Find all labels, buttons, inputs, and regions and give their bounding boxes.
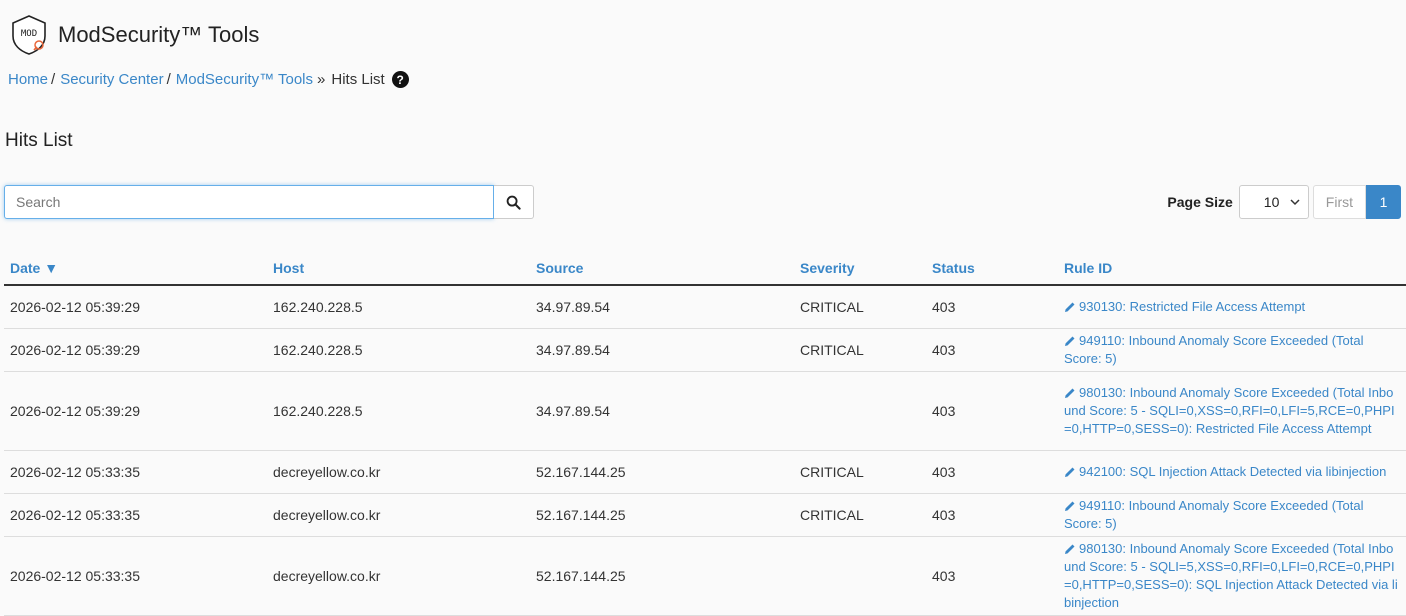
rule-text: 930130: Restricted File Access Attempt bbox=[1079, 298, 1306, 314]
cell-host: decreyellow.co.kr bbox=[267, 536, 530, 616]
pencil-icon bbox=[1065, 302, 1075, 312]
cell-status: 403 bbox=[926, 536, 1058, 616]
rule-text: 980130: Inbound Anomaly Score Exceeded (… bbox=[1064, 540, 1398, 610]
column-date[interactable]: Date ▼ bbox=[4, 250, 267, 286]
cell-severity bbox=[794, 536, 926, 616]
column-source[interactable]: Source bbox=[530, 250, 794, 286]
cell-source: 34.97.89.54 bbox=[530, 371, 794, 451]
cell-host: decreyellow.co.kr bbox=[267, 450, 530, 494]
app-title: ModSecurity™ Tools bbox=[58, 22, 260, 47]
breadcrumb: Home / Security Center / ModSecurity™ To… bbox=[8, 71, 409, 88]
rule-link[interactable]: 930130: Restricted File Access Attempt bbox=[1064, 298, 1400, 316]
cell-host: 162.240.228.5 bbox=[267, 371, 530, 451]
breadcrumb-separator: / bbox=[166, 71, 171, 88]
table-row: 2026-02-12 05:33:35 decreyellow.co.kr 52… bbox=[4, 536, 1406, 616]
cell-severity: CRITICAL bbox=[794, 450, 926, 494]
breadcrumb-home[interactable]: Home bbox=[8, 71, 48, 88]
pagination-controls: Page Size 10 First 1 bbox=[1167, 185, 1401, 219]
page-size-value: 10 bbox=[1263, 194, 1280, 210]
cell-status: 403 bbox=[926, 328, 1058, 372]
table-row: 2026-02-12 05:33:35 decreyellow.co.kr 52… bbox=[4, 450, 1406, 494]
search-input[interactable] bbox=[4, 185, 494, 219]
cell-source: 52.167.144.25 bbox=[530, 536, 794, 616]
rule-link[interactable]: 980130: Inbound Anomaly Score Exceeded (… bbox=[1064, 540, 1400, 612]
question-circle-icon[interactable]: ? bbox=[391, 71, 409, 88]
cell-host: 162.240.228.5 bbox=[267, 328, 530, 372]
cell-status: 403 bbox=[926, 493, 1058, 537]
magnifier-icon bbox=[506, 195, 521, 210]
cell-date: 2026-02-12 05:33:35 bbox=[4, 450, 267, 494]
cell-rule: 942100: SQL Injection Attack Detected vi… bbox=[1058, 450, 1406, 494]
table-row: 2026-02-12 05:39:29 162.240.228.5 34.97.… bbox=[4, 285, 1406, 329]
cell-severity bbox=[794, 371, 926, 451]
rule-text: 942100: SQL Injection Attack Detected vi… bbox=[1079, 463, 1387, 479]
page-size-label: Page Size bbox=[1167, 194, 1233, 210]
pager-first-button[interactable]: First bbox=[1312, 185, 1366, 219]
pencil-icon bbox=[1065, 467, 1075, 477]
cell-source: 52.167.144.25 bbox=[530, 450, 794, 494]
cell-date: 2026-02-12 05:39:29 bbox=[4, 328, 267, 372]
page-title: Hits List bbox=[5, 130, 73, 151]
rule-link[interactable]: 980130: Inbound Anomaly Score Exceeded (… bbox=[1064, 384, 1400, 438]
cell-rule: 949110: Inbound Anomaly Score Exceeded (… bbox=[1058, 328, 1406, 372]
breadcrumb-separator-final: » bbox=[317, 71, 326, 88]
table-row: 2026-02-12 05:33:35 decreyellow.co.kr 52… bbox=[4, 493, 1406, 537]
cell-date: 2026-02-12 05:39:29 bbox=[4, 285, 267, 329]
cell-status: 403 bbox=[926, 371, 1058, 451]
modsecurity-shield-icon: MOD bbox=[12, 15, 46, 55]
cell-status: 403 bbox=[926, 285, 1058, 329]
cell-rule: 930130: Restricted File Access Attempt bbox=[1058, 285, 1406, 329]
rule-text: 949110: Inbound Anomaly Score Exceeded (… bbox=[1064, 497, 1364, 531]
column-host[interactable]: Host bbox=[267, 250, 530, 286]
page-size-select[interactable]: 10 bbox=[1238, 185, 1309, 219]
column-rule-id[interactable]: Rule ID bbox=[1058, 250, 1406, 286]
cell-source: 34.97.89.54 bbox=[530, 328, 794, 372]
table-row: 2026-02-12 05:39:29 162.240.228.5 34.97.… bbox=[4, 328, 1406, 372]
chevron-down-icon bbox=[1290, 199, 1300, 206]
cell-severity: CRITICAL bbox=[794, 285, 926, 329]
breadcrumb-modsecurity-tools[interactable]: ModSecurity™ Tools bbox=[176, 71, 313, 88]
cell-date: 2026-02-12 05:33:35 bbox=[4, 536, 267, 616]
breadcrumb-separator: / bbox=[51, 71, 56, 88]
breadcrumb-security-center[interactable]: Security Center bbox=[60, 71, 163, 88]
rule-link[interactable]: 942100: SQL Injection Attack Detected vi… bbox=[1064, 463, 1400, 481]
cell-date: 2026-02-12 05:39:29 bbox=[4, 371, 267, 451]
cell-rule: 980130: Inbound Anomaly Score Exceeded (… bbox=[1058, 536, 1406, 616]
search-bar bbox=[4, 185, 534, 219]
rule-link[interactable]: 949110: Inbound Anomaly Score Exceeded (… bbox=[1064, 497, 1400, 533]
cell-severity: CRITICAL bbox=[794, 328, 926, 372]
rule-text: 949110: Inbound Anomaly Score Exceeded (… bbox=[1064, 332, 1364, 366]
table-row: 2026-02-12 05:39:29 162.240.228.5 34.97.… bbox=[4, 371, 1406, 451]
cell-severity: CRITICAL bbox=[794, 493, 926, 537]
pencil-icon bbox=[1065, 544, 1075, 554]
pencil-icon bbox=[1065, 388, 1075, 398]
page-header: MOD ModSecurity™ Tools bbox=[10, 14, 259, 56]
cell-source: 34.97.89.54 bbox=[530, 285, 794, 329]
search-button[interactable] bbox=[494, 185, 534, 219]
cell-status: 403 bbox=[926, 450, 1058, 494]
rule-text: 980130: Inbound Anomaly Score Exceeded (… bbox=[1064, 384, 1395, 436]
pencil-icon bbox=[1065, 501, 1075, 511]
hits-table: Date ▼ Host Source Severity Status Rule … bbox=[4, 250, 1406, 616]
table-header-row: Date ▼ Host Source Severity Status Rule … bbox=[4, 250, 1406, 286]
column-status[interactable]: Status bbox=[926, 250, 1058, 286]
rule-link[interactable]: 949110: Inbound Anomaly Score Exceeded (… bbox=[1064, 332, 1400, 368]
pager-page-1[interactable]: 1 bbox=[1366, 185, 1401, 219]
pencil-icon bbox=[1065, 336, 1075, 346]
cell-date: 2026-02-12 05:33:35 bbox=[4, 493, 267, 537]
column-severity[interactable]: Severity bbox=[794, 250, 926, 286]
breadcrumb-current: Hits List bbox=[331, 71, 385, 88]
cell-rule: 980130: Inbound Anomaly Score Exceeded (… bbox=[1058, 371, 1406, 451]
logo-text: MOD bbox=[21, 29, 37, 39]
cell-rule: 949110: Inbound Anomaly Score Exceeded (… bbox=[1058, 493, 1406, 537]
cell-host: 162.240.228.5 bbox=[267, 285, 530, 329]
cell-source: 52.167.144.25 bbox=[530, 493, 794, 537]
cell-host: decreyellow.co.kr bbox=[267, 493, 530, 537]
